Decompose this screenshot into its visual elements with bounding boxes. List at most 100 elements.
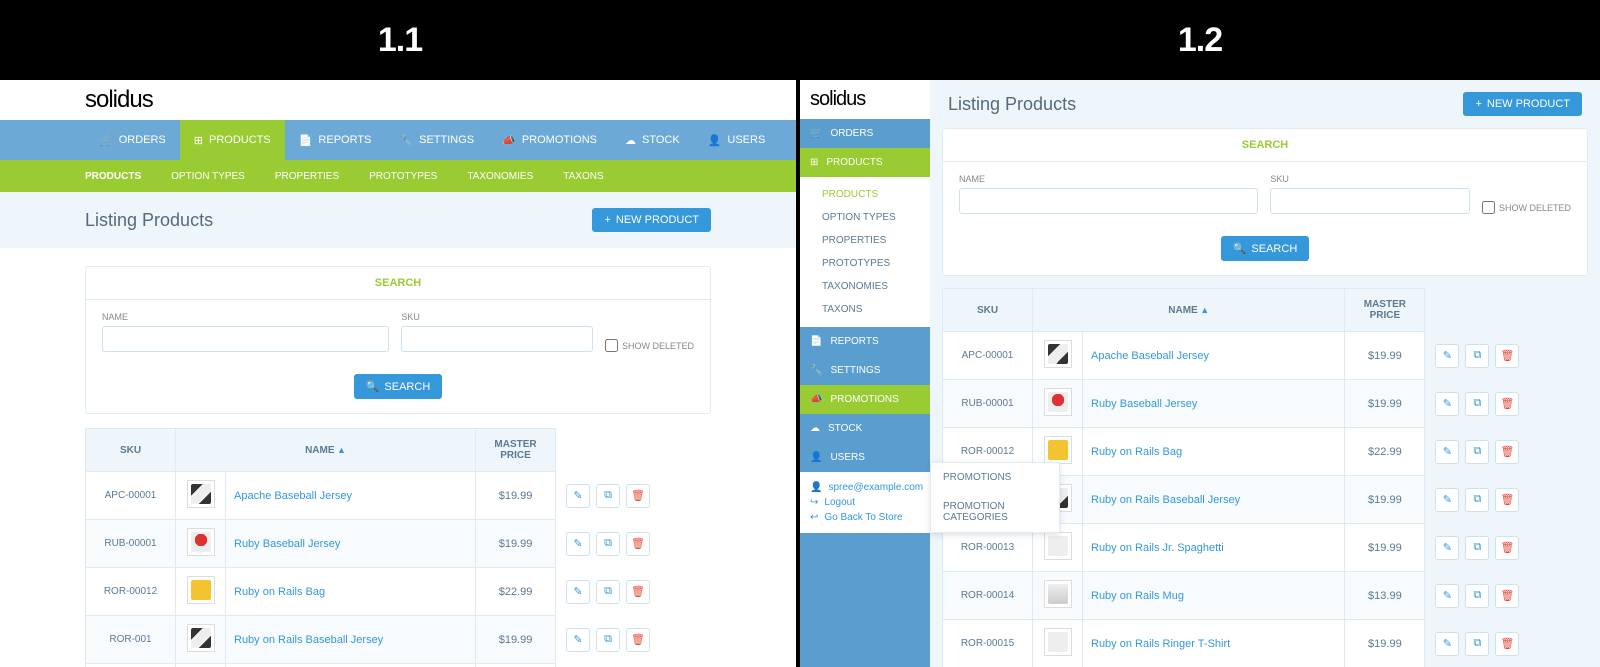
- edit-button[interactable]: ✎: [1435, 440, 1459, 464]
- show-deleted-checkbox[interactable]: [605, 339, 618, 352]
- edit-button[interactable]: ✎: [566, 532, 590, 556]
- delete-button[interactable]: 🗑: [1495, 344, 1519, 368]
- topnav-item-products[interactable]: ⊞PRODUCTS: [180, 120, 285, 160]
- sidebar-sub-properties[interactable]: PROPERTIES: [800, 229, 930, 252]
- product-link[interactable]: Ruby on Rails Mug: [1091, 590, 1184, 602]
- clone-button[interactable]: ⧉: [1465, 440, 1489, 464]
- delete-button[interactable]: 🗑: [1495, 488, 1519, 512]
- orders-icon: 🛒: [810, 128, 822, 139]
- edit-button[interactable]: ✎: [1435, 488, 1459, 512]
- sku-input[interactable]: [1270, 188, 1470, 214]
- delete-button[interactable]: 🗑: [626, 628, 650, 652]
- topnav-item-reports[interactable]: 📄REPORTS: [285, 120, 386, 160]
- delete-button[interactable]: 🗑: [626, 532, 650, 556]
- th-name[interactable]: NAME: [176, 429, 476, 472]
- product-link[interactable]: Ruby on Rails Bag: [1091, 446, 1182, 458]
- subnav-item-taxons[interactable]: TAXONS: [563, 171, 603, 182]
- product-link[interactable]: Ruby on Rails Ringer T-Shirt: [1091, 638, 1230, 650]
- sidebar-item-stock[interactable]: ☁STOCK: [800, 414, 930, 443]
- name-input[interactable]: [102, 326, 389, 352]
- table-row: APC-00001Apache Baseball Jersey$19.99✎⧉🗑: [943, 332, 1588, 380]
- sidebar-sub-taxonomies[interactable]: TAXONOMIES: [800, 275, 930, 298]
- edit-button[interactable]: ✎: [566, 628, 590, 652]
- search-button[interactable]: 🔍 SEARCH: [354, 374, 443, 399]
- clone-button[interactable]: ⧉: [1465, 344, 1489, 368]
- delete-button[interactable]: 🗑: [626, 580, 650, 604]
- topnav-item-orders[interactable]: 🛒ORDERS: [85, 120, 180, 160]
- clone-button[interactable]: ⧉: [596, 580, 620, 604]
- edit-button[interactable]: ✎: [1435, 536, 1459, 560]
- sku-input[interactable]: [401, 326, 593, 352]
- cell-thumb: [176, 664, 226, 667]
- users-icon: 👤: [708, 134, 722, 147]
- cell-thumb: [1033, 332, 1083, 380]
- product-link[interactable]: Ruby Baseball Jersey: [234, 538, 340, 550]
- product-link[interactable]: Ruby on Rails Jr. Spaghetti: [1091, 542, 1224, 554]
- new-product-button[interactable]: + NEW PRODUCT: [1463, 92, 1582, 116]
- show-deleted-checkbox[interactable]: [1482, 201, 1495, 214]
- delete-button[interactable]: 🗑: [1495, 632, 1519, 656]
- flyout-item-promotions[interactable]: PROMOTIONS: [931, 463, 1059, 492]
- cell-price: $19.99: [476, 616, 556, 664]
- sidebar-item-promotions[interactable]: 📣PROMOTIONS: [800, 385, 930, 414]
- flyout-item-promotion-categories[interactable]: PROMOTION CATEGORIES: [931, 492, 1059, 532]
- subnav-item-properties[interactable]: PROPERTIES: [275, 171, 339, 182]
- th-sku[interactable]: SKU: [86, 429, 176, 472]
- sidebar-item-users[interactable]: 👤USERS: [800, 443, 930, 472]
- edit-button[interactable]: ✎: [1435, 392, 1459, 416]
- sidebar-sub-prototypes[interactable]: PROTOTYPES: [800, 252, 930, 275]
- clone-button[interactable]: ⧉: [1465, 392, 1489, 416]
- trash-icon: 🗑: [1500, 637, 1514, 650]
- subnav-item-option-types[interactable]: OPTION TYPES: [171, 171, 245, 182]
- product-link[interactable]: Ruby Baseball Jersey: [1091, 398, 1197, 410]
- search-panel: SEARCH NAME SKU SHOW DELETED: [942, 128, 1588, 276]
- topnav-item-stock[interactable]: ☁STOCK: [611, 120, 694, 160]
- topnav-item-settings[interactable]: 🔧SETTINGS: [385, 120, 488, 160]
- sidebar-item-products[interactable]: ⊞PRODUCTS: [800, 148, 930, 177]
- delete-button[interactable]: 🗑: [1495, 536, 1519, 560]
- clone-button[interactable]: ⧉: [1465, 584, 1489, 608]
- go-back-link[interactable]: ↩Go Back To Store: [810, 510, 920, 525]
- edit-button[interactable]: ✎: [1435, 632, 1459, 656]
- new-product-button[interactable]: + NEW PRODUCT: [592, 208, 711, 232]
- delete-button[interactable]: 🗑: [1495, 392, 1519, 416]
- sidebar-item-reports[interactable]: 📄REPORTS: [800, 327, 930, 356]
- product-link[interactable]: Ruby on Rails Baseball Jersey: [234, 634, 383, 646]
- edit-button[interactable]: ✎: [1435, 344, 1459, 368]
- subnav-item-products[interactable]: PRODUCTS: [85, 171, 141, 182]
- topnav-item-promotions[interactable]: 📣PROMOTIONS: [488, 120, 611, 160]
- topnav-item-users[interactable]: 👤USERS: [694, 120, 780, 160]
- edit-button[interactable]: ✎: [1435, 584, 1459, 608]
- clone-button[interactable]: ⧉: [596, 628, 620, 652]
- th-price[interactable]: MASTER PRICE: [476, 429, 556, 472]
- clone-button[interactable]: ⧉: [596, 484, 620, 508]
- sidebar-item-orders[interactable]: 🛒ORDERS: [800, 119, 930, 148]
- search-button[interactable]: 🔍 SEARCH: [1221, 236, 1310, 261]
- product-link[interactable]: Apache Baseball Jersey: [1091, 350, 1209, 362]
- user-email-link[interactable]: 👤spree@example.com: [810, 480, 920, 495]
- th-price[interactable]: MASTER PRICE: [1345, 289, 1425, 332]
- delete-button[interactable]: 🗑: [1495, 440, 1519, 464]
- sidebar-sub-option-types[interactable]: OPTION TYPES: [800, 206, 930, 229]
- name-input[interactable]: [959, 188, 1258, 214]
- clone-button[interactable]: ⧉: [1465, 488, 1489, 512]
- product-link[interactable]: Ruby on Rails Bag: [234, 586, 325, 598]
- delete-button[interactable]: 🗑: [626, 484, 650, 508]
- edit-button[interactable]: ✎: [566, 484, 590, 508]
- clone-button[interactable]: ⧉: [596, 532, 620, 556]
- sidebar-sub-taxons[interactable]: TAXONS: [800, 298, 930, 321]
- th-sku[interactable]: SKU: [943, 289, 1033, 332]
- clone-button[interactable]: ⧉: [1465, 536, 1489, 560]
- th-name[interactable]: NAME: [1033, 289, 1345, 332]
- delete-button[interactable]: 🗑: [1495, 584, 1519, 608]
- subnav-item-prototypes[interactable]: PROTOTYPES: [369, 171, 437, 182]
- subnav-item-taxonomies[interactable]: TAXONOMIES: [467, 171, 533, 182]
- product-link[interactable]: Ruby on Rails Baseball Jersey: [1091, 494, 1240, 506]
- product-link[interactable]: Apache Baseball Jersey: [234, 490, 352, 502]
- sidebar-sub-products[interactable]: PRODUCTS: [800, 183, 930, 206]
- clone-button[interactable]: ⧉: [1465, 632, 1489, 656]
- logout-link[interactable]: ↪Logout: [810, 495, 920, 510]
- cell-thumb: [1033, 380, 1083, 428]
- edit-button[interactable]: ✎: [566, 580, 590, 604]
- sidebar-item-settings[interactable]: 🔧SETTINGS: [800, 356, 930, 385]
